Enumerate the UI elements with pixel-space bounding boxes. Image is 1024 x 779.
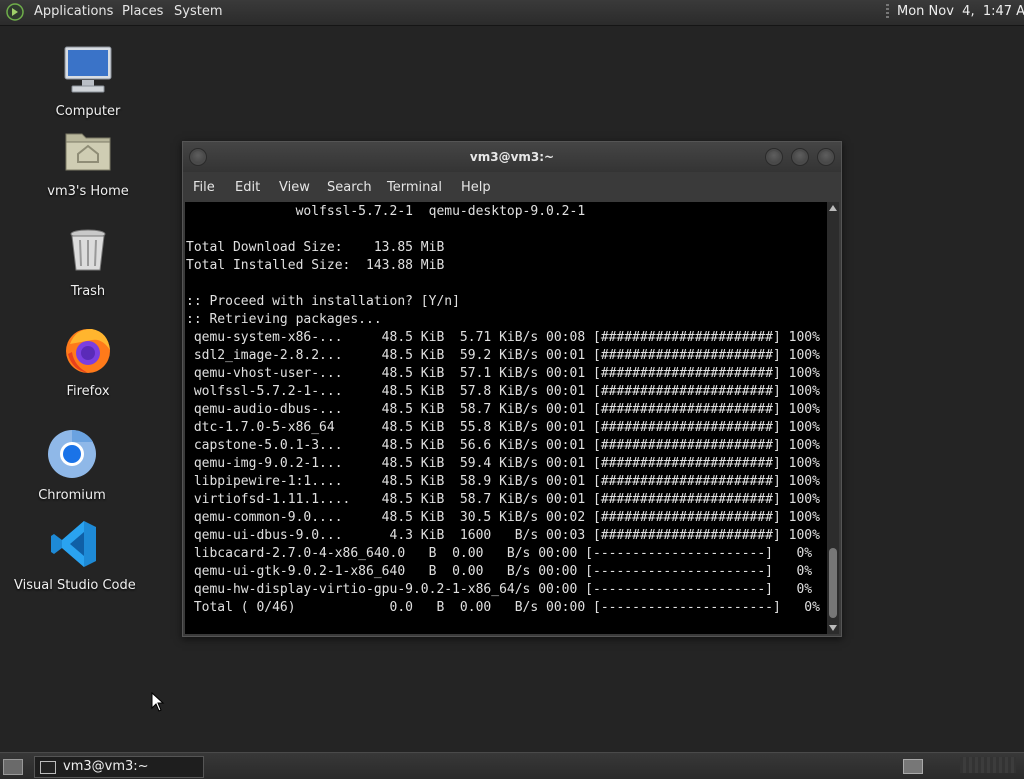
terminal-line: dtc-1.7.0-5-x86_64 48.5 KiB 55.8 KiB/s 0… [186, 420, 820, 435]
menu-help[interactable]: Help [461, 180, 491, 195]
taskbar-button-label: vm3@vm3:~ [63, 759, 149, 774]
menu-edit[interactable]: Edit [235, 180, 260, 195]
places-menu[interactable]: Places [122, 4, 163, 19]
terminal-line: qemu-audio-dbus-... 48.5 KiB 58.7 KiB/s … [186, 402, 820, 417]
desktop-icon-chromium[interactable]: Chromium [12, 428, 132, 503]
terminal-line: qemu-vhost-user-... 48.5 KiB 57.1 KiB/s … [186, 366, 820, 381]
terminal-output[interactable]: wolfssl-5.7.2-1 qemu-desktop-9.0.2-1 Tot… [185, 202, 827, 634]
desktop-icon-firefox[interactable]: Firefox [28, 324, 148, 399]
terminal-line: libcacard-2.7.0-4-x86_640.0 B 0.00 B/s 0… [186, 546, 813, 561]
top-panel: Applications Places System Mon Nov 4, 1:… [0, 0, 1024, 26]
terminal-line: libpipewire-1:1.... 48.5 KiB 58.9 KiB/s … [186, 474, 820, 489]
desktop-icon-label: Chromium [38, 488, 106, 503]
panel-separator [886, 4, 889, 20]
desktop-icon-label: Computer [55, 104, 121, 119]
scroll-down-arrow-icon[interactable] [829, 625, 837, 631]
terminal-line: qemu-ui-gtk-9.0.2-1-x86_640 B 0.00 B/s 0… [186, 564, 813, 579]
terminal-line: wolfssl-5.7.2-1 qemu-desktop-9.0.2-1 [186, 204, 586, 219]
menu-file[interactable]: File [193, 180, 215, 195]
home-folder-icon [65, 133, 111, 171]
desktop-icon-label: Visual Studio Code [14, 578, 136, 593]
terminal-line: qemu-common-9.0.... 48.5 KiB 30.5 KiB/s … [186, 510, 820, 525]
minimize-button[interactable] [765, 148, 783, 166]
terminal-line: Total ( 0/46) 0.0 B 0.00 B/s 00:00 [----… [186, 600, 820, 615]
terminal-line: virtiofsd-1.11.1.... 48.5 KiB 58.7 KiB/s… [186, 492, 820, 507]
menu-search[interactable]: Search [327, 180, 372, 195]
terminal-line: qemu-ui-dbus-9.0... 4.3 KiB 1600 B/s 00:… [186, 528, 820, 543]
scrollbar-thumb[interactable] [829, 548, 837, 618]
trash-icon [70, 229, 106, 271]
terminal-menubar: File Edit View Search Terminal Help [183, 172, 841, 202]
taskbar-terminal-button[interactable]: vm3@vm3:~ [34, 756, 204, 778]
maximize-button[interactable] [791, 148, 809, 166]
window-title: vm3@vm3:~ [469, 150, 555, 164]
terminal-icon [40, 761, 56, 774]
applications-menu[interactable]: Applications [34, 4, 113, 19]
terminal-line: :: Retrieving packages... [186, 312, 382, 327]
panel-handle [960, 757, 1016, 773]
firefox-icon [66, 328, 110, 373]
desktop-icon-label: vm3's Home [47, 184, 129, 199]
workspace-switcher[interactable] [903, 759, 923, 774]
desktop-icon-trash[interactable]: Trash [28, 224, 148, 299]
desktop-icon-vscode[interactable]: Visual Studio Code [14, 518, 136, 593]
desktop-icon-label: Firefox [66, 384, 110, 399]
terminal-line: Total Installed Size: 143.88 MiB [186, 258, 445, 273]
menu-terminal[interactable]: Terminal [387, 180, 442, 195]
system-menu[interactable]: System [174, 4, 222, 19]
desktop-icon-home[interactable]: vm3's Home [28, 124, 148, 199]
desktop-icon-label: Trash [70, 284, 106, 299]
desktop-icon-computer[interactable]: Computer [28, 44, 148, 119]
vscode-icon [51, 521, 96, 567]
terminal-titlebar[interactable]: vm3@vm3:~ [183, 142, 841, 172]
terminal-line: Total Download Size: 13.85 MiB [186, 240, 445, 255]
mouse-pointer-icon [151, 692, 165, 712]
terminal-line: qemu-img-9.0.2-1... 48.5 KiB 59.4 KiB/s … [186, 456, 820, 471]
menu-view[interactable]: View [279, 180, 310, 195]
terminal-line: sdl2_image-2.8.2... 48.5 KiB 59.2 KiB/s … [186, 348, 820, 363]
chromium-icon [48, 429, 96, 478]
bottom-panel: vm3@vm3:~ [0, 752, 1024, 779]
terminal-line: qemu-hw-display-virtio-gpu-9.0.2-1-x86_6… [186, 582, 813, 597]
terminal-line: qemu-system-x86-... 48.5 KiB 5.71 KiB/s … [186, 330, 820, 345]
terminal-line: :: Proceed with installation? [Y/n] [186, 294, 460, 309]
computer-icon [64, 46, 112, 93]
distro-logo-icon[interactable] [6, 3, 24, 21]
clock[interactable]: Mon Nov 4, 1:47 AM [897, 4, 1024, 19]
terminal-line: capstone-5.0.1-3... 48.5 KiB 56.6 KiB/s … [186, 438, 820, 453]
terminal-scrollbar[interactable] [827, 202, 839, 634]
scroll-up-arrow-icon[interactable] [829, 205, 837, 211]
show-desktop-icon[interactable] [3, 759, 23, 775]
close-button[interactable] [817, 148, 835, 166]
terminal-line: wolfssl-5.7.2-1-... 48.5 KiB 57.8 KiB/s … [186, 384, 820, 399]
terminal-window: vm3@vm3:~ File Edit View Search Terminal… [182, 141, 842, 637]
